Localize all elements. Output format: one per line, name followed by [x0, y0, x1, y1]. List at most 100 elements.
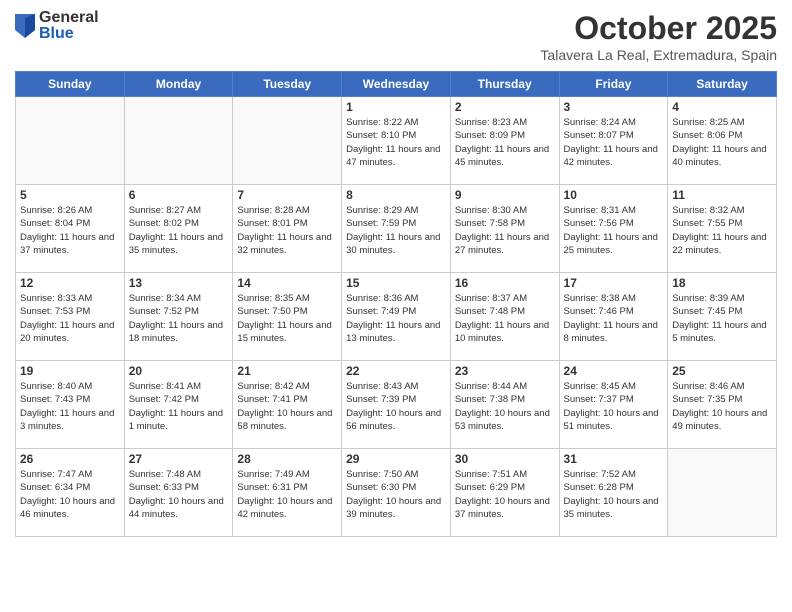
day-number: 23	[455, 364, 555, 378]
day-number: 27	[129, 452, 229, 466]
calendar-cell: 9Sunrise: 8:30 AM Sunset: 7:58 PM Daylig…	[450, 185, 559, 273]
calendar-cell: 3 Sunrise: 8:24 AM Sunset: 8:07 PM Daylig…	[559, 97, 668, 185]
day-info: Sunrise: 8:44 AM Sunset: 7:38 PM Dayligh…	[455, 380, 555, 433]
day-info: Sunrise: 8:33 AM Sunset: 7:53 PM Dayligh…	[20, 292, 120, 345]
day-number: 4	[672, 100, 772, 114]
header-sunday: Sunday	[16, 72, 125, 97]
calendar-cell: 21 Sunrise: 8:42 AM Sunset: 7:41 PM Dayli…	[233, 361, 342, 449]
day-number: 3	[564, 100, 664, 114]
day-info: Sunrise: 8:46 AM Sunset: 7:35 PM Dayligh…	[672, 380, 772, 433]
day-info: Sunrise: 8:27 AM Sunset: 8:02 PM Dayligh…	[129, 204, 229, 257]
calendar-cell: 26 Sunrise: 7:47 AM Sunset: 6:34 PM Dayli…	[16, 449, 125, 537]
month-title: October 2025	[540, 10, 777, 47]
day-info: Sunrise: 7:48 AM Sunset: 6:33 PM Dayligh…	[129, 468, 229, 521]
day-number: 13	[129, 276, 229, 290]
day-info: Sunrise: 7:50 AM Sunset: 6:30 PM Dayligh…	[346, 468, 446, 521]
calendar-cell	[124, 97, 233, 185]
day-info: Sunrise: 8:45 AM Sunset: 7:37 PM Dayligh…	[564, 380, 664, 433]
calendar-cell: 10 Sunrise: 8:31 AM Sunset: 7:56 PM Dayli…	[559, 185, 668, 273]
calendar-table: Sunday Monday Tuesday Wednesday Thursday…	[15, 71, 777, 537]
location: Talavera La Real, Extremadura, Spain	[540, 47, 777, 63]
day-info: Sunrise: 8:43 AM Sunset: 7:39 PM Dayligh…	[346, 380, 446, 433]
day-number: 7	[237, 188, 337, 202]
page: General Blue October 2025 Talavera La Re…	[0, 0, 792, 612]
day-info: Sunrise: 8:31 AM Sunset: 7:56 PM Dayligh…	[564, 204, 664, 257]
calendar-cell: 22 Sunrise: 8:43 AM Sunset: 7:39 PM Dayli…	[342, 361, 451, 449]
day-info: Sunrise: 8:41 AM Sunset: 7:42 PM Dayligh…	[129, 380, 229, 433]
logo-general: General	[39, 10, 99, 26]
day-number: 20	[129, 364, 229, 378]
logo-icon	[15, 14, 35, 38]
day-info: Sunrise: 8:42 AM Sunset: 7:41 PM Dayligh…	[237, 380, 337, 433]
calendar-cell: 11 Sunrise: 8:32 AM Sunset: 7:55 PM Dayli…	[668, 185, 777, 273]
day-info: Sunrise: 8:26 AM Sunset: 8:04 PM Dayligh…	[20, 204, 120, 257]
calendar-cell: 15 Sunrise: 8:36 AM Sunset: 7:49 PM Dayli…	[342, 273, 451, 361]
day-info: Sunrise: 8:25 AM Sunset: 8:06 PM Dayligh…	[672, 116, 772, 169]
logo: General Blue	[15, 10, 99, 42]
day-number: 18	[672, 276, 772, 290]
day-info: Sunrise: 7:49 AM Sunset: 6:31 PM Dayligh…	[237, 468, 337, 521]
calendar-week-2: 5Sunrise: 8:26 AM Sunset: 8:04 PM Daylig…	[16, 185, 777, 273]
day-number: 26	[20, 452, 120, 466]
day-info: Sunrise: 8:24 AM Sunset: 8:07 PM Dayligh…	[564, 116, 664, 169]
day-number: 12	[20, 276, 120, 290]
calendar-cell: 16Sunrise: 8:37 AM Sunset: 7:48 PM Dayli…	[450, 273, 559, 361]
calendar-header-row: Sunday Monday Tuesday Wednesday Thursday…	[16, 72, 777, 97]
calendar-cell: 20 Sunrise: 8:41 AM Sunset: 7:42 PM Dayli…	[124, 361, 233, 449]
day-number: 25	[672, 364, 772, 378]
header-saturday: Saturday	[668, 72, 777, 97]
day-info: Sunrise: 8:39 AM Sunset: 7:45 PM Dayligh…	[672, 292, 772, 345]
calendar-cell: 8Sunrise: 8:29 AM Sunset: 7:59 PM Daylig…	[342, 185, 451, 273]
day-info: Sunrise: 8:22 AM Sunset: 8:10 PM Dayligh…	[346, 116, 446, 169]
day-number: 29	[346, 452, 446, 466]
day-number: 16	[455, 276, 555, 290]
day-number: 31	[564, 452, 664, 466]
calendar-cell: 30Sunrise: 7:51 AM Sunset: 6:29 PM Dayli…	[450, 449, 559, 537]
header-wednesday: Wednesday	[342, 72, 451, 97]
calendar-cell: 4 Sunrise: 8:25 AM Sunset: 8:06 PM Daylig…	[668, 97, 777, 185]
calendar-cell: 24Sunrise: 8:45 AM Sunset: 7:37 PM Dayli…	[559, 361, 668, 449]
day-info: Sunrise: 8:30 AM Sunset: 7:58 PM Dayligh…	[455, 204, 555, 257]
day-number: 10	[564, 188, 664, 202]
day-info: Sunrise: 8:40 AM Sunset: 7:43 PM Dayligh…	[20, 380, 120, 433]
day-number: 28	[237, 452, 337, 466]
calendar-cell	[668, 449, 777, 537]
header-friday: Friday	[559, 72, 668, 97]
day-number: 15	[346, 276, 446, 290]
day-number: 17	[564, 276, 664, 290]
calendar-cell: 23 Sunrise: 8:44 AM Sunset: 7:38 PM Dayli…	[450, 361, 559, 449]
day-number: 6	[129, 188, 229, 202]
day-number: 1	[346, 100, 446, 114]
calendar-cell: 12 Sunrise: 8:33 AM Sunset: 7:53 PM Dayli…	[16, 273, 125, 361]
logo-blue: Blue	[39, 26, 99, 42]
day-info: Sunrise: 8:32 AM Sunset: 7:55 PM Dayligh…	[672, 204, 772, 257]
day-info: Sunrise: 8:34 AM Sunset: 7:52 PM Dayligh…	[129, 292, 229, 345]
day-number: 14	[237, 276, 337, 290]
day-info: Sunrise: 8:23 AM Sunset: 8:09 PM Dayligh…	[455, 116, 555, 169]
calendar-cell: 19 Sunrise: 8:40 AM Sunset: 7:43 PM Dayli…	[16, 361, 125, 449]
calendar-cell: 14Sunrise: 8:35 AM Sunset: 7:50 PM Dayli…	[233, 273, 342, 361]
header-tuesday: Tuesday	[233, 72, 342, 97]
calendar-week-5: 26 Sunrise: 7:47 AM Sunset: 6:34 PM Dayli…	[16, 449, 777, 537]
calendar-cell: 13 Sunrise: 8:34 AM Sunset: 7:52 PM Dayli…	[124, 273, 233, 361]
calendar-cell: 27 Sunrise: 7:48 AM Sunset: 6:33 PM Dayli…	[124, 449, 233, 537]
header-monday: Monday	[124, 72, 233, 97]
calendar-cell	[233, 97, 342, 185]
day-info: Sunrise: 8:36 AM Sunset: 7:49 PM Dayligh…	[346, 292, 446, 345]
day-info: Sunrise: 7:47 AM Sunset: 6:34 PM Dayligh…	[20, 468, 120, 521]
calendar-cell: 7Sunrise: 8:28 AM Sunset: 8:01 PM Daylig…	[233, 185, 342, 273]
day-number: 22	[346, 364, 446, 378]
day-number: 8	[346, 188, 446, 202]
day-info: Sunrise: 7:51 AM Sunset: 6:29 PM Dayligh…	[455, 468, 555, 521]
calendar-cell	[16, 97, 125, 185]
day-number: 19	[20, 364, 120, 378]
day-number: 11	[672, 188, 772, 202]
calendar-cell: 25 Sunrise: 8:46 AM Sunset: 7:35 PM Dayli…	[668, 361, 777, 449]
title-block: October 2025 Talavera La Real, Extremadu…	[540, 10, 777, 63]
day-number: 21	[237, 364, 337, 378]
header-thursday: Thursday	[450, 72, 559, 97]
calendar-cell: 29 Sunrise: 7:50 AM Sunset: 6:30 PM Dayli…	[342, 449, 451, 537]
calendar-cell: 1 Sunrise: 8:22 AM Sunset: 8:10 PM Daylig…	[342, 97, 451, 185]
calendar-cell: 18 Sunrise: 8:39 AM Sunset: 7:45 PM Dayli…	[668, 273, 777, 361]
calendar-cell: 17Sunrise: 8:38 AM Sunset: 7:46 PM Dayli…	[559, 273, 668, 361]
